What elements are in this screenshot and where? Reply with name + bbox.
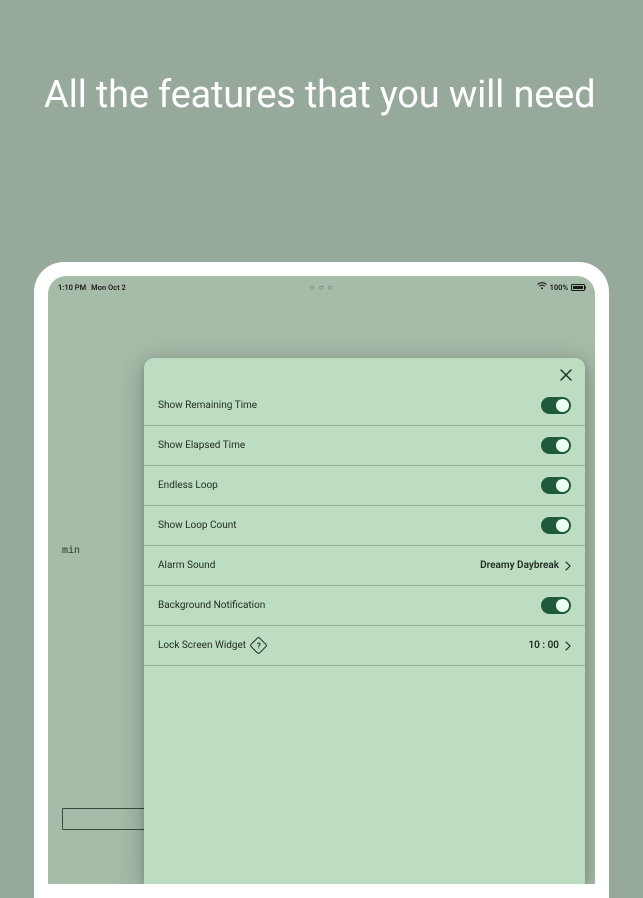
setting-row[interactable]: Alarm Sound Dreamy Daybreak: [144, 546, 585, 586]
setting-row[interactable]: Background Notification: [144, 586, 585, 626]
chevron-right-icon: [565, 641, 571, 651]
battery-percent: 100%: [550, 283, 568, 292]
status-bar: 1:10 PM Mon Oct 2 ○ ○ ○ 100%: [48, 276, 595, 292]
toggle-switch[interactable]: [541, 517, 571, 534]
toggle-switch[interactable]: [541, 597, 571, 614]
status-center-dots: ○ ○ ○: [310, 283, 333, 292]
setting-row[interactable]: Show Remaining Time: [144, 386, 585, 426]
wifi-icon: [537, 282, 547, 292]
battery-icon: [571, 284, 585, 291]
setting-label: Show Elapsed Time: [158, 440, 245, 451]
setting-value: 10 : 00: [528, 640, 559, 651]
status-date: Mon Oct 2: [91, 283, 126, 292]
setting-label: Background Notification: [158, 600, 265, 611]
setting-row[interactable]: Endless Loop: [144, 466, 585, 506]
headline: All the features that you will need: [0, 0, 643, 120]
status-time: 1:10 PM: [58, 283, 86, 292]
toggle-switch[interactable]: [541, 397, 571, 414]
setting-row[interactable]: Show Elapsed Time: [144, 426, 585, 466]
background-min-label: min: [62, 546, 80, 557]
setting-row[interactable]: Show Loop Count: [144, 506, 585, 546]
toggle-switch[interactable]: [541, 477, 571, 494]
setting-label: Endless Loop: [158, 480, 218, 491]
help-icon[interactable]: ?: [249, 636, 267, 654]
setting-label: Lock Screen Widget: [158, 640, 246, 651]
close-button[interactable]: [557, 366, 575, 384]
setting-label: Alarm Sound: [158, 560, 215, 571]
toggle-switch[interactable]: [541, 437, 571, 454]
settings-panel: Show Remaining Time Show Elapsed Time Endl…: [144, 358, 585, 884]
tablet-frame: 1:10 PM Mon Oct 2 ○ ○ ○ 100% min: [34, 262, 609, 898]
close-icon: [560, 366, 572, 385]
chevron-right-icon: [565, 561, 571, 571]
setting-value: Dreamy Daybreak: [480, 560, 559, 571]
setting-row[interactable]: Lock Screen Widget? 10 : 00: [144, 626, 585, 666]
setting-label: Show Remaining Time: [158, 400, 257, 411]
tablet-screen: 1:10 PM Mon Oct 2 ○ ○ ○ 100% min: [48, 276, 595, 884]
setting-label: Show Loop Count: [158, 520, 237, 531]
